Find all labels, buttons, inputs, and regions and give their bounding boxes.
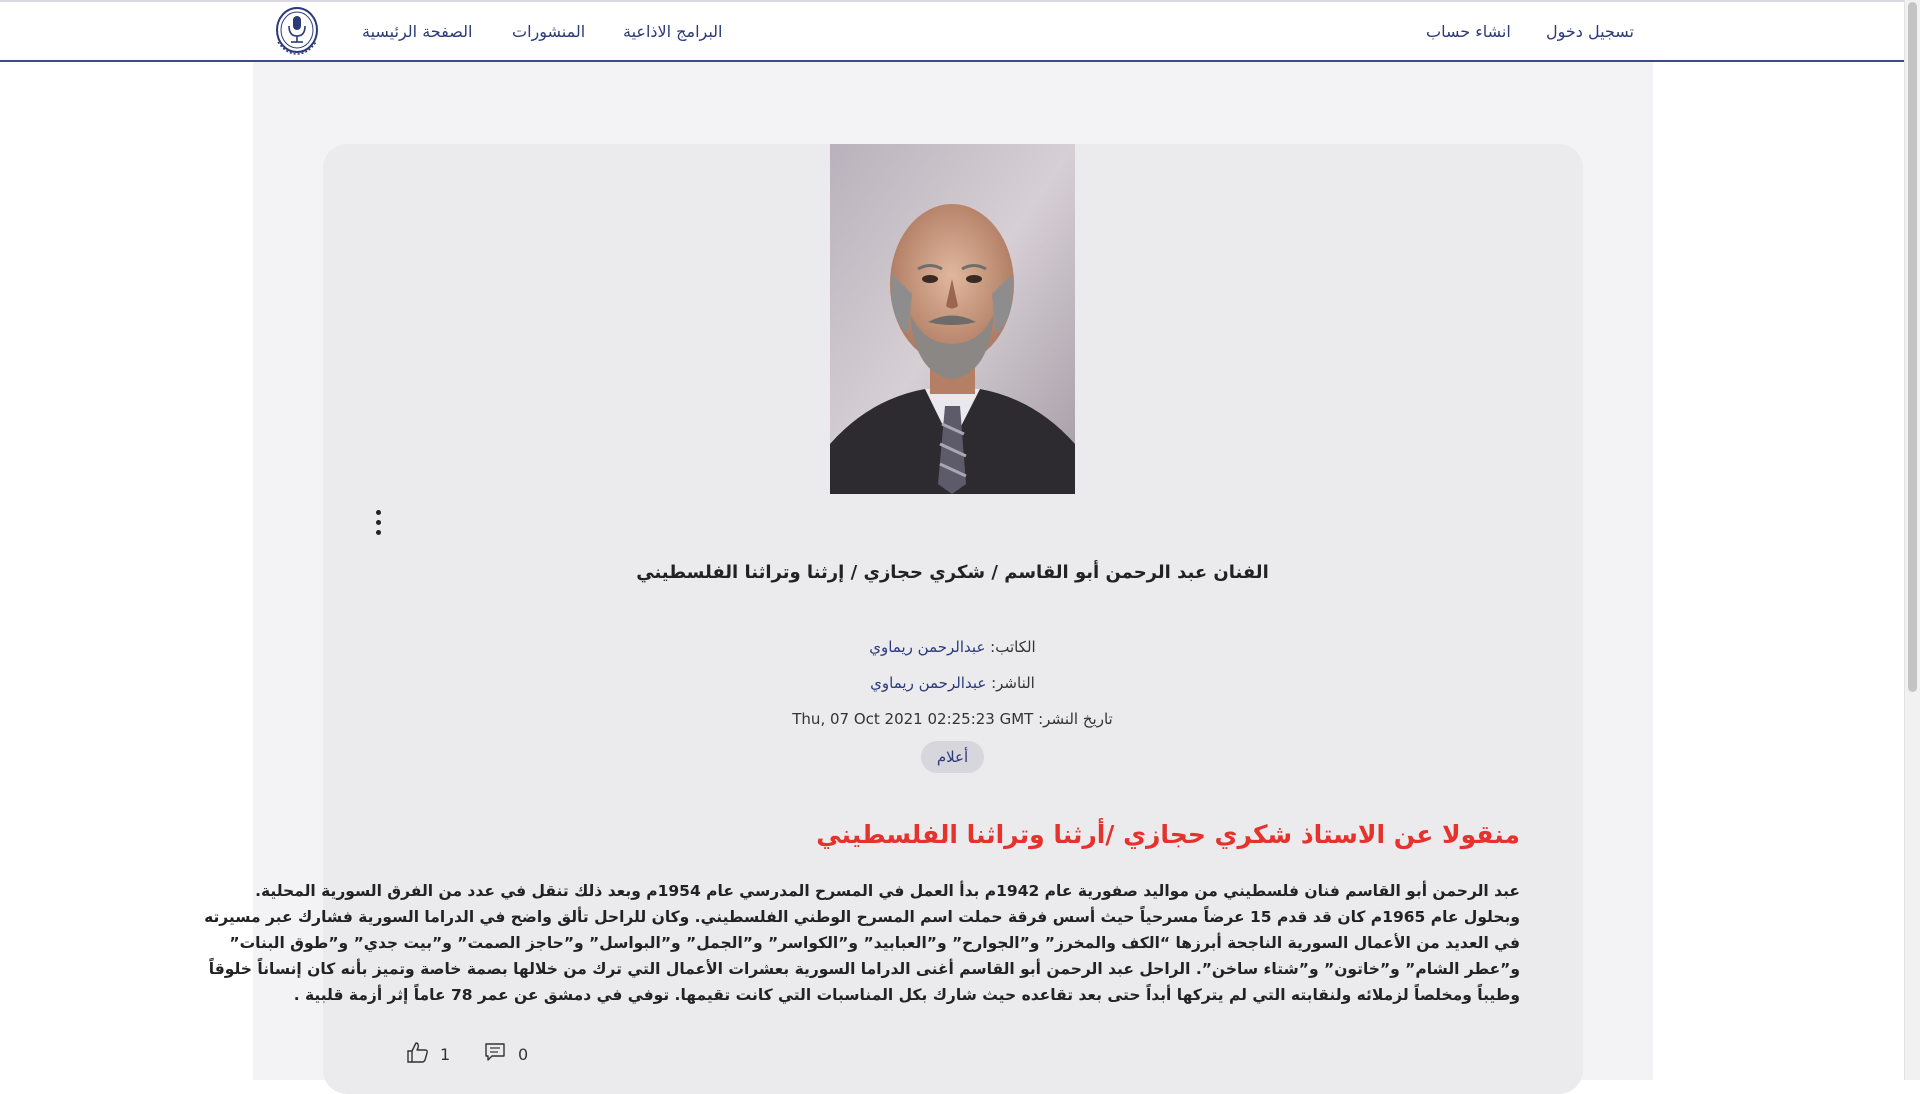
nav-home-link[interactable]: الصفحة الرئيسية: [362, 22, 472, 41]
like-button[interactable]: 1: [406, 1040, 450, 1064]
body-line: عبد الرحمن أبو القاسم فنان فلسطيني من مو…: [255, 882, 1520, 900]
body-line: في العديد من الأعمال السورية الناجحة أبر…: [229, 934, 1520, 952]
post-title: الفنان عبد الرحمن أبو القاسم / شكري حجاز…: [636, 562, 1269, 583]
nav-radio-link[interactable]: البرامج الاذاعية: [623, 22, 723, 41]
scrollbar-thumb[interactable]: [1908, 2, 1917, 692]
comment-icon: [484, 1042, 506, 1062]
page-scrollbar[interactable]: [1904, 0, 1920, 1080]
author-link[interactable]: عبدالرحمن ريماوي: [869, 638, 985, 656]
nav-signup-link[interactable]: انشاء حساب: [1426, 22, 1511, 41]
comment-count: 0: [518, 1044, 529, 1064]
category-tag[interactable]: أعلام: [921, 741, 984, 773]
top-navbar: الصفحة الرئيسية المنشورات البرامج الاذاع…: [0, 0, 1904, 62]
like-count: 1: [440, 1044, 451, 1064]
post-photo: [830, 144, 1075, 494]
comment-button[interactable]: 0: [484, 1040, 528, 1064]
post-options-kebab-icon[interactable]: [370, 510, 386, 538]
thumbs-up-icon: [406, 1041, 430, 1063]
body-line: و”عطر الشام” و”خاتون” و”شتاء ساخن”. الرا…: [208, 960, 1520, 978]
date-value: Thu, 07 Oct 2021 02:25:23 GMT: [792, 710, 1034, 728]
site-logo-icon[interactable]: [272, 6, 322, 58]
nav-login-link[interactable]: تسجيل دخول: [1546, 22, 1634, 41]
body-line: وبحلول عام 1965م كان قد قدم 15 عرضاً مسر…: [204, 908, 1520, 926]
publisher-link[interactable]: عبدالرحمن ريماوي: [870, 674, 986, 692]
publisher-label: الناشر:: [991, 674, 1035, 692]
nav-posts-link[interactable]: المنشورات: [512, 22, 585, 41]
body-line: وطيباً ومخلصاً لزملائه ولنقابته التي لم …: [293, 986, 1520, 1004]
post-publisher-line: الناشر: عبدالرحمن ريماوي: [600, 674, 1305, 692]
post-date-line: تاريخ النشر: Thu, 07 Oct 2021 02:25:23 G…: [600, 710, 1305, 728]
date-label: تاريخ النشر:: [1038, 710, 1113, 728]
post-author-line: الكاتب: عبدالرحمن ريماوي: [600, 638, 1305, 656]
post-headline: منقولا عن الاستاذ شكري حجازي /أرثنا وترا…: [816, 820, 1520, 849]
author-label: الكاتب:: [990, 638, 1036, 656]
post-body: عبد الرحمن أبو القاسم فنان فلسطيني من مو…: [204, 878, 1520, 1008]
